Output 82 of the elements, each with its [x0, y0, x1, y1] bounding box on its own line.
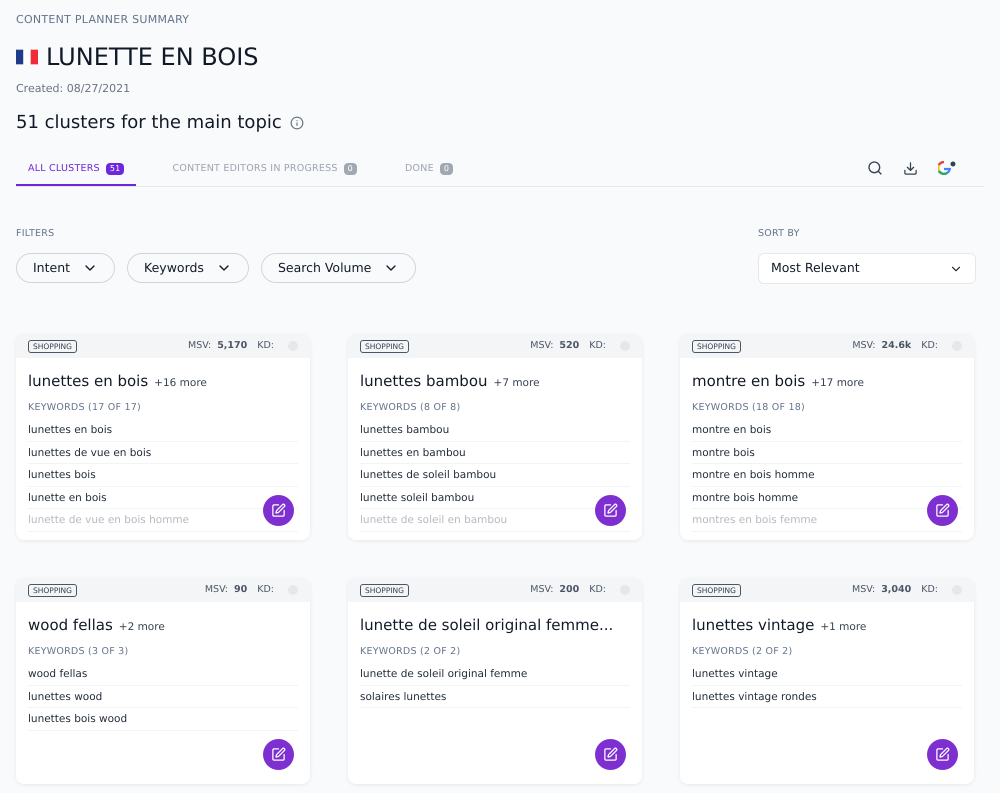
- keyword-item: lunettes bambou: [360, 419, 630, 442]
- edit-icon: [603, 747, 618, 762]
- keyword-item: lunettes en bois: [28, 419, 298, 442]
- kd-label: KD:: [589, 339, 606, 354]
- keyword-item: montre bois: [692, 442, 962, 464]
- more-count: +2 more: [118, 620, 165, 636]
- google-icon[interactable]: [938, 161, 956, 175]
- more-count: +16 more: [154, 376, 207, 392]
- keywords-label: KEYWORDS (3 OF 3): [28, 644, 130, 659]
- cluster-title[interactable]: wood fellas: [28, 614, 113, 637]
- msv-value: 3,040: [881, 583, 912, 598]
- edit-icon: [935, 503, 950, 518]
- sort-label: SORT BY: [758, 227, 801, 241]
- msv-label: MSV:: [530, 583, 554, 598]
- keywords-label: KEYWORDS (18 OF 18): [692, 400, 806, 415]
- edit-icon: [271, 747, 286, 762]
- msv-label: MSV:: [852, 583, 876, 598]
- keywords-label: KEYWORDS (2 OF 2): [360, 644, 462, 659]
- msv-value: 200: [559, 583, 580, 598]
- keyword-item: solaires lunettes: [360, 686, 630, 708]
- edit-button[interactable]: [927, 739, 958, 770]
- msv-value: 5,170: [217, 339, 248, 354]
- filter-dropdown[interactable]: Keywords: [127, 253, 249, 284]
- more-count: +7 more: [494, 376, 540, 392]
- tab-count: 0: [344, 162, 357, 175]
- cluster-title[interactable]: lunettes vintage: [692, 614, 814, 637]
- more-count: +1 more: [820, 620, 866, 636]
- kd-label: KD:: [257, 339, 274, 354]
- keyword-item: lunette de soleil original femme: [360, 663, 630, 686]
- edit-icon: [271, 503, 286, 518]
- msv-label: MSV:: [530, 339, 554, 354]
- msv-label: MSV:: [204, 583, 228, 598]
- keyword-item: lunettes wood: [28, 686, 298, 708]
- edit-button[interactable]: [595, 739, 626, 770]
- filter-dropdown[interactable]: Search Volume: [260, 253, 416, 284]
- clusters-heading: 51 clusters for the main topic: [16, 111, 282, 135]
- created-date: Created: 08/27/2021: [16, 80, 132, 96]
- msv-label: MSV:: [188, 339, 212, 354]
- search-icon[interactable]: [867, 160, 883, 176]
- page-title: LUNETTE EN BOIS: [46, 42, 259, 72]
- cluster-title[interactable]: lunettes en bois: [28, 370, 148, 393]
- sort-select[interactable]: Most Relevant: [758, 253, 976, 284]
- page-eyebrow: CONTENT PLANNER SUMMARY: [16, 12, 190, 28]
- edit-button[interactable]: [595, 495, 626, 526]
- filters-label: FILTERS: [16, 227, 56, 241]
- keyword-item: lunettes vintage: [692, 663, 962, 686]
- edit-button[interactable]: [263, 739, 294, 770]
- msv-value: 520: [559, 339, 580, 354]
- download-icon[interactable]: [903, 160, 918, 176]
- kd-label: KD:: [921, 583, 938, 598]
- keyword-item: montre en bois homme: [692, 464, 962, 486]
- keyword-item: montre en bois: [692, 419, 962, 442]
- msv-label: MSV:: [852, 339, 876, 354]
- keywords-label: KEYWORDS (8 OF 8): [360, 400, 462, 415]
- kd-label: KD:: [257, 583, 274, 598]
- cluster-title[interactable]: lunettes bambou: [360, 370, 488, 393]
- keyword-item: lunettes en bambou: [360, 442, 630, 464]
- keyword-item: lunettes bois wood: [28, 708, 298, 730]
- info-icon[interactable]: [290, 116, 304, 130]
- keyword-item: lunettes vintage rondes: [692, 686, 962, 708]
- edit-icon: [935, 747, 950, 762]
- edit-button[interactable]: [263, 495, 294, 526]
- edit-button[interactable]: [927, 495, 958, 526]
- kd-label: KD:: [921, 339, 938, 354]
- msv-value: 24.6k: [881, 339, 912, 354]
- msv-value: 90: [234, 583, 248, 598]
- cluster-title[interactable]: montre en bois: [692, 370, 806, 393]
- keywords-label: KEYWORDS (2 OF 2): [692, 644, 794, 659]
- flag-icon: [16, 48, 38, 64]
- tab-count: 0: [440, 162, 454, 175]
- kd-label: KD:: [589, 583, 606, 598]
- keyword-item: lunettes bois: [28, 464, 298, 486]
- tab[interactable]: ALL CLUSTERS 51: [16, 162, 136, 186]
- cluster-title[interactable]: lunette de soleil original femme...: [360, 614, 614, 637]
- keywords-label: KEYWORDS (17 OF 17): [28, 400, 142, 415]
- more-count: +17 more: [811, 376, 864, 392]
- tab-count: 51: [106, 162, 124, 175]
- edit-icon: [603, 503, 618, 518]
- filter-dropdown[interactable]: Intent: [16, 253, 116, 284]
- keyword-item: wood fellas: [28, 663, 298, 686]
- keyword-item: lunettes de soleil bambou: [360, 464, 630, 486]
- keyword-item: lunettes de vue en bois: [28, 442, 298, 464]
